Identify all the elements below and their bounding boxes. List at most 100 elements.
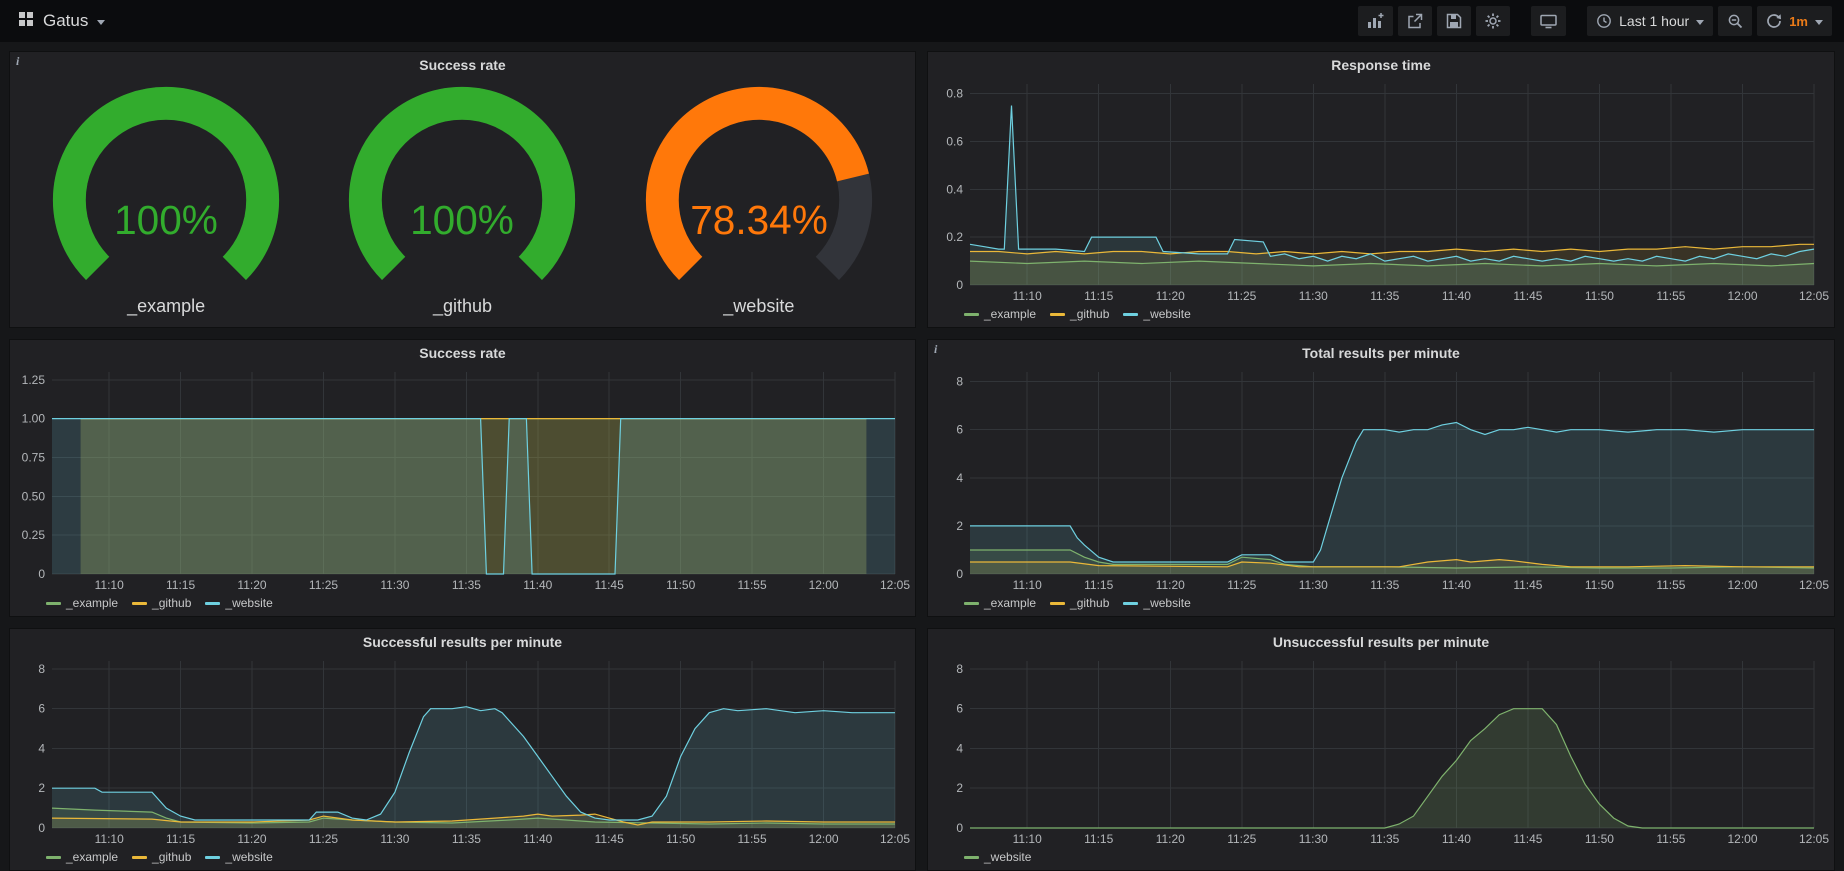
panel-header[interactable]: Success rate: [10, 340, 915, 366]
panel-total-results: Total results per minute 0246811:1011:15…: [927, 339, 1835, 617]
svg-text:12:05: 12:05: [1799, 832, 1829, 846]
svg-text:11:15: 11:15: [166, 578, 195, 592]
save-button[interactable]: [1437, 6, 1471, 36]
legend-item-_website[interactable]: _website: [1123, 596, 1190, 610]
svg-text:11:20: 11:20: [237, 578, 266, 592]
svg-text:0.50: 0.50: [22, 489, 46, 503]
gauge-row: 100%_example 100% _github78.34%_website: [10, 78, 915, 327]
panel-header[interactable]: Success rate: [10, 52, 915, 78]
gauge-label: _github: [316, 296, 609, 317]
save-icon: [1446, 13, 1462, 29]
svg-text:11:30: 11:30: [380, 578, 409, 592]
legend-item-_github[interactable]: _github: [1050, 307, 1109, 321]
gauge-arc: [366, 103, 559, 268]
legend-series-color-icon: [964, 602, 979, 605]
legend: _example _github _website: [18, 848, 907, 866]
legend: _example _github _website: [936, 305, 1826, 323]
legend-item-_github[interactable]: _github: [132, 596, 191, 610]
legend-item-_website[interactable]: _website: [205, 596, 272, 610]
panel-title: Success rate: [419, 57, 505, 73]
svg-text:0.25: 0.25: [22, 528, 46, 542]
svg-text:0.75: 0.75: [22, 451, 46, 465]
panel-header[interactable]: Unsuccessful results per minute: [928, 629, 1834, 655]
dashboard-grid-icon: [18, 11, 34, 32]
svg-text:0.4: 0.4: [946, 182, 963, 196]
svg-text:11:35: 11:35: [1370, 289, 1399, 303]
legend-series-color-icon: [205, 602, 220, 605]
svg-text:11:15: 11:15: [166, 832, 195, 846]
chart-area[interactable]: 0246811:1011:1511:2011:2511:3011:3511:40…: [936, 655, 1826, 848]
svg-text:11:40: 11:40: [1442, 578, 1471, 592]
zoom-out-icon: [1727, 13, 1743, 29]
svg-text:11:25: 11:25: [1227, 832, 1256, 846]
caret-down-icon: [97, 20, 105, 25]
refresh-button[interactable]: 1m: [1757, 6, 1832, 36]
panel-header[interactable]: Response time: [928, 52, 1834, 78]
legend-series-color-icon: [964, 313, 979, 316]
svg-text:11:15: 11:15: [1084, 289, 1113, 303]
svg-text:12:05: 12:05: [880, 578, 910, 592]
legend-item-_github[interactable]: _github: [132, 850, 191, 864]
svg-text:11:25: 11:25: [309, 578, 338, 592]
legend-item-_example[interactable]: _example: [964, 307, 1036, 321]
svg-text:12:00: 12:00: [809, 832, 839, 846]
svg-text:12:00: 12:00: [809, 578, 839, 592]
legend-series-color-icon: [132, 602, 147, 605]
zoom-out-button[interactable]: [1718, 6, 1752, 36]
panel-success-rate-gauges: Success rate 100%_example 100% _github78.3…: [9, 51, 916, 328]
gauge-_website: 78.34%_website: [612, 84, 905, 317]
svg-text:11:35: 11:35: [1370, 832, 1399, 846]
legend-item-_website[interactable]: _website: [964, 850, 1031, 864]
legend-item-_website[interactable]: _website: [1123, 307, 1190, 321]
svg-text:4: 4: [956, 471, 963, 485]
svg-text:11:45: 11:45: [595, 832, 624, 846]
panel-title: Total results per minute: [1302, 345, 1460, 361]
dashboard-grid: Success rate 100%_example100%_github78.3…: [0, 42, 1844, 871]
panel-info-icon[interactable]: i: [16, 54, 19, 69]
panel-title: Successful results per minute: [363, 634, 562, 650]
gauge-value: 100%: [411, 197, 515, 243]
svg-text:11:40: 11:40: [1442, 832, 1471, 846]
svg-text:0: 0: [956, 278, 963, 292]
panel-header[interactable]: Total results per minute: [928, 340, 1834, 366]
legend-series-color-icon: [46, 856, 61, 859]
settings-button[interactable]: [1476, 6, 1510, 36]
svg-text:12:05: 12:05: [880, 832, 910, 846]
chart-area[interactable]: 00.250.500.751.001.2511:1011:1511:2011:2…: [18, 366, 907, 594]
caret-down-icon: [1815, 20, 1823, 25]
svg-text:0.6: 0.6: [946, 134, 963, 148]
svg-text:11:45: 11:45: [595, 578, 624, 592]
panel-info-icon[interactable]: i: [934, 342, 937, 357]
share-button[interactable]: [1398, 6, 1432, 36]
svg-text:11:45: 11:45: [1513, 289, 1542, 303]
legend-item-_github[interactable]: _github: [1050, 596, 1109, 610]
legend: _example _github _website: [936, 594, 1826, 612]
share-icon: [1407, 13, 1423, 29]
svg-text:11:45: 11:45: [1513, 832, 1542, 846]
legend-item-_example[interactable]: _example: [46, 850, 118, 864]
graph-canvas: 00.20.40.60.811:1011:1511:2011:2511:3011…: [936, 78, 1826, 305]
chart-area[interactable]: 0246811:1011:1511:2011:2511:3011:3511:40…: [936, 366, 1826, 594]
time-range-picker[interactable]: Last 1 hour: [1587, 6, 1713, 36]
cycle-view-button[interactable]: [1531, 6, 1566, 36]
svg-text:11:50: 11:50: [666, 578, 695, 592]
gauge-_example: 100%_example: [19, 84, 312, 317]
clock-icon: [1596, 13, 1612, 29]
legend-item-_example[interactable]: _example: [46, 596, 118, 610]
svg-text:11:30: 11:30: [1299, 289, 1328, 303]
svg-text:11:55: 11:55: [1656, 289, 1685, 303]
graph-canvas: 0246811:1011:1511:2011:2511:3011:3511:40…: [936, 655, 1826, 848]
chart-area[interactable]: 00.20.40.60.811:1011:1511:2011:2511:3011…: [936, 78, 1826, 305]
svg-text:11:40: 11:40: [1442, 289, 1471, 303]
panel-header[interactable]: Successful results per minute: [10, 629, 915, 655]
dashboard-picker[interactable]: Gatus: [12, 7, 111, 36]
series-fill-_website: [970, 709, 1814, 828]
svg-text:11:10: 11:10: [1013, 578, 1042, 592]
chart-area[interactable]: 0246811:1011:1511:2011:2511:3011:3511:40…: [18, 655, 907, 848]
add-panel-button[interactable]: [1358, 6, 1393, 36]
legend-item-_example[interactable]: _example: [964, 596, 1036, 610]
panel-title: Unsuccessful results per minute: [1273, 634, 1489, 650]
legend-item-_website[interactable]: _website: [205, 850, 272, 864]
legend: _website: [936, 848, 1826, 866]
svg-text:12:05: 12:05: [1799, 578, 1829, 592]
